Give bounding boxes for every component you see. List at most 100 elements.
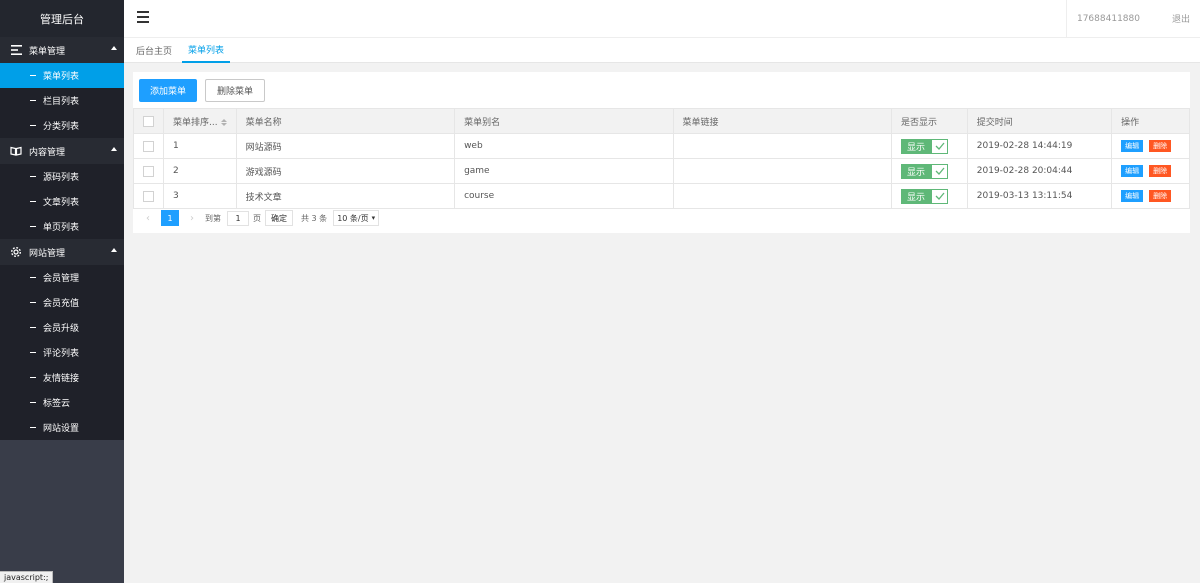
sidebar-item-source-list[interactable]: 源码列表 [0, 164, 124, 189]
sidebar-item-upgrade[interactable]: 会员升级 [0, 315, 124, 340]
sidebar-item-label: 会员管理 [43, 274, 80, 284]
next-page-icon[interactable]: › [185, 213, 199, 224]
table-row: 1 网站源码 web 显示 2019-02-28 14:44:19 编辑 删除 [133, 133, 1190, 159]
show-toggle-label: 显示 [901, 138, 932, 154]
row-select-cell [133, 183, 164, 209]
goto-label: 到第 [205, 213, 221, 223]
dash-icon [30, 277, 36, 278]
row-checkbox[interactable] [143, 165, 154, 177]
sidebar-nav: 菜单管理 菜单列表 栏目列表 分类列表 内容管理 源码列表 文章列表 单页列表 … [0, 37, 124, 440]
cell-name: 游戏源码 [235, 158, 456, 184]
check-icon [931, 138, 949, 154]
sidebar: 管理后台 菜单管理 菜单列表 栏目列表 分类列表 内容管理 源码列表 文章列表 … [0, 0, 124, 583]
cell-alias: web [454, 133, 674, 159]
cell-alias: course [454, 183, 674, 209]
edit-button[interactable]: 编辑 [1121, 190, 1144, 202]
page-size-select[interactable]: 10 条/页 ▾ [333, 210, 380, 226]
sidebar-group-content[interactable]: 内容管理 [0, 138, 124, 164]
menu-table: 菜单排序... 菜单名称 菜单别名 菜单链接 是否显示 提交时间 操作 1 网站… [133, 108, 1190, 209]
row-select-cell [133, 158, 164, 184]
delete-button[interactable]: 删除 [1149, 165, 1172, 177]
dash-icon [30, 427, 36, 428]
sidebar-item-settings[interactable]: 网站设置 [0, 415, 124, 440]
select-all-checkbox[interactable] [143, 115, 154, 127]
page-unit-label: 页 [253, 213, 261, 223]
show-toggle[interactable]: 显示 [901, 163, 949, 179]
delete-menu-button[interactable]: 删除菜单 [205, 79, 266, 102]
sidebar-item-page-list[interactable]: 单页列表 [0, 214, 124, 239]
sidebar-item-links[interactable]: 友情链接 [0, 365, 124, 390]
column-header-time: 提交时间 [966, 108, 1113, 134]
sidebar-item-label: 文章列表 [43, 198, 80, 208]
row-checkbox[interactable] [143, 190, 154, 202]
dash-icon [30, 201, 36, 202]
cell-sort: 1 [163, 133, 237, 159]
sidebar-item-menu-list[interactable]: 菜单列表 [0, 63, 124, 88]
chevron-up-icon [111, 46, 117, 50]
sidebar-group-label: 内容管理 [29, 147, 66, 158]
table-row: 2 游戏源码 game 显示 2019-02-28 20:04:44 编辑 删除 [133, 158, 1190, 184]
cell-alias: game [454, 158, 674, 184]
sidebar-item-comments[interactable]: 评论列表 [0, 340, 124, 365]
sidebar-item-label: 单页列表 [43, 223, 80, 233]
gear-icon [10, 246, 22, 258]
sidebar-item-label: 源码列表 [43, 173, 80, 183]
goto-confirm-button[interactable]: 确定 [265, 210, 293, 226]
sidebar-item-category-list[interactable]: 分类列表 [0, 113, 124, 138]
show-toggle[interactable]: 显示 [901, 138, 949, 154]
sidebar-item-label: 评论列表 [43, 349, 80, 359]
list-icon [10, 44, 22, 56]
sidebar-item-members[interactable]: 会员管理 [0, 265, 124, 290]
sidebar-group-menu[interactable]: 菜单管理 [0, 37, 124, 63]
cell-actions: 编辑 删除 [1111, 183, 1190, 209]
sort-icon[interactable] [220, 118, 227, 126]
dash-icon [30, 302, 36, 303]
row-select-cell [133, 133, 164, 159]
hamburger-menu-icon[interactable] [137, 11, 149, 23]
book-icon [10, 145, 22, 157]
add-menu-button[interactable]: 添加菜单 [139, 79, 198, 102]
delete-button[interactable]: 删除 [1149, 140, 1172, 152]
show-toggle-label: 显示 [901, 188, 932, 204]
cell-link [672, 158, 893, 184]
user-phone[interactable]: 17688411880 [1065, 0, 1150, 37]
row-checkbox[interactable] [143, 140, 154, 152]
table-header-row: 菜单排序... 菜单名称 菜单别名 菜单链接 是否显示 提交时间 操作 [133, 108, 1190, 134]
prev-page-icon[interactable]: ‹ [141, 213, 155, 224]
goto-page-input[interactable]: 1 [227, 210, 249, 226]
sidebar-item-article-list[interactable]: 文章列表 [0, 189, 124, 214]
sidebar-item-label: 分类列表 [43, 122, 80, 132]
dash-icon [30, 125, 36, 126]
dash-icon [30, 100, 36, 101]
column-header-name: 菜单名称 [235, 108, 456, 134]
dash-icon [30, 226, 36, 227]
total-count: 共 3 条 [301, 213, 328, 223]
column-header-sort[interactable]: 菜单排序... [163, 108, 237, 134]
sidebar-item-recharge[interactable]: 会员充值 [0, 290, 124, 315]
dash-icon [30, 176, 36, 177]
table-row: 3 技术文章 course 显示 2019-03-13 13:11:54 编辑删… [133, 183, 1190, 209]
edit-button[interactable]: 编辑 [1121, 165, 1144, 177]
check-icon [931, 163, 949, 179]
cell-time: 2019-02-28 14:44:19 [966, 133, 1113, 159]
sidebar-item-label: 会员充值 [43, 299, 80, 309]
current-page[interactable]: 1 [161, 210, 179, 226]
tab-menu-list[interactable]: 菜单列表 [182, 38, 231, 63]
logout-link[interactable]: 退出 [1162, 12, 1200, 25]
delete-button[interactable]: 删除 [1149, 190, 1172, 202]
chevron-down-icon: ▾ [371, 214, 376, 222]
column-header-show: 是否显示 [891, 108, 968, 134]
sidebar-group-site[interactable]: 网站管理 [0, 239, 124, 265]
sidebar-item-tags[interactable]: 标签云 [0, 390, 124, 415]
tab-home[interactable]: 后台主页 [130, 38, 178, 63]
cell-show: 显示 [891, 158, 968, 184]
cell-time: 2019-03-13 13:11:54 [966, 183, 1113, 209]
check-icon [931, 188, 949, 204]
column-header-actions: 操作 [1111, 108, 1190, 134]
edit-button[interactable]: 编辑 [1121, 140, 1144, 152]
dash-icon [30, 352, 36, 353]
show-toggle[interactable]: 显示 [901, 188, 949, 204]
top-header: 17688411880 退出 [124, 0, 1200, 37]
page-size-value: 10 条/页 [337, 213, 369, 223]
sidebar-item-column-list[interactable]: 栏目列表 [0, 88, 124, 113]
